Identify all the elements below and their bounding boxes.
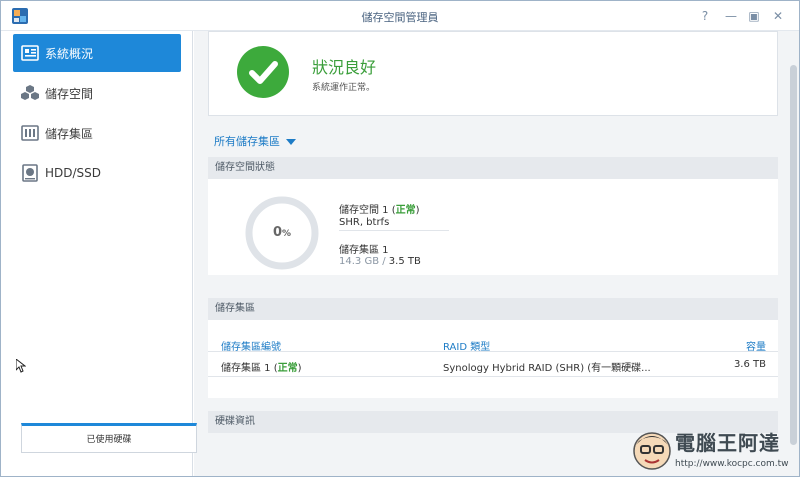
- sidebar-item-overview[interactable]: 系統概況: [13, 34, 181, 72]
- pool-status: 正常: [277, 363, 298, 374]
- title-bar: 儲存空間管理員 ? — ▣ ✕: [1, 1, 799, 31]
- volume-total: 3.5 TB: [388, 256, 421, 267]
- table-row[interactable]: 儲存集區 1 (正常) Synology Hybrid RAID (SHR) (…: [208, 353, 778, 377]
- help-button[interactable]: ?: [695, 6, 715, 26]
- mouse-cursor-icon: [16, 359, 26, 373]
- pool-filter-dropdown[interactable]: 所有儲存集區: [214, 133, 296, 149]
- maximize-button[interactable]: ▣: [744, 6, 764, 26]
- minimize-button[interactable]: —: [721, 6, 741, 26]
- pool-filter-label: 所有儲存集區: [214, 135, 280, 148]
- column-header-capacity[interactable]: 容量: [746, 338, 766, 353]
- volume-status-header: 儲存空間狀態: [208, 157, 778, 179]
- pool-id-cell: 儲存集區 1 (正常): [221, 363, 302, 374]
- volume-status-panel: 儲存空間狀態 0% 儲存空間 1 (正常) SHR, btrfs 儲存集區 1 …: [208, 157, 778, 275]
- volume-name: 儲存空間 1: [339, 205, 389, 216]
- volume-used: 14.3 GB: [339, 256, 380, 267]
- sidebar-item-label: 儲存集區: [45, 126, 94, 141]
- column-header-pool-id[interactable]: 儲存集區編號: [221, 338, 281, 353]
- sidebar-item-hdd-ssd[interactable]: HDD/SSD: [13, 154, 181, 192]
- health-status-title: 狀況良好: [312, 58, 377, 77]
- sidebar-item-label: HDD/SSD: [45, 166, 102, 180]
- used-disks-card[interactable]: 已使用硬碟: [21, 423, 197, 453]
- volume-pool-name: 儲存集區 1: [339, 245, 389, 256]
- site-watermark: 電腦王阿達 http://www.kocpc.com.tw: [631, 423, 797, 475]
- raid-type-cell: Synology Hybrid RAID (SHR) (有一顆硬碟...: [443, 363, 651, 374]
- main-content: 狀況良好 系統運作正常。 所有儲存集區 儲存空間狀態 0% 儲存空間 1 (正常…: [194, 31, 799, 476]
- window-title: 儲存空間管理員: [361, 11, 439, 24]
- storage-manager-window: 儲存空間管理員 ? — ▣ ✕ 系統概況 儲存空間 儲存集區 HDD/SSD 狀…: [0, 0, 800, 477]
- storage-pool-icon: [21, 125, 39, 141]
- mascot-logo: [633, 432, 671, 470]
- storage-cubes-icon: [21, 85, 39, 100]
- status-ok-icon: [237, 46, 289, 98]
- sidebar-item-label: 儲存空間: [45, 86, 94, 101]
- close-button[interactable]: ✕: [768, 6, 788, 26]
- usage-percentage: 0%: [272, 225, 292, 240]
- storage-pool-panel: 儲存集區 儲存集區編號 RAID 類型 容量 儲存集區 1 (正常) Synol…: [208, 298, 778, 398]
- divider: [339, 230, 449, 231]
- storage-pool-header: 儲存集區: [208, 298, 778, 320]
- overview-icon: [21, 45, 39, 61]
- sidebar-item-storage-pool[interactable]: 儲存集區: [13, 114, 181, 152]
- volume-name-line: 儲存空間 1 (正常): [339, 205, 420, 216]
- vertical-scrollbar[interactable]: [790, 65, 797, 445]
- health-status-card: 狀況良好 系統運作正常。: [208, 31, 778, 116]
- volume-status: 正常: [395, 205, 416, 216]
- sidebar: 系統概況 儲存空間 儲存集區 HDD/SSD: [1, 31, 193, 476]
- capacity-cell: 3.6 TB: [733, 359, 766, 370]
- sidebar-item-label: 系統概況: [45, 46, 94, 61]
- watermark-title: 電腦王阿達: [675, 431, 780, 455]
- hdd-icon: [22, 164, 38, 182]
- caret-down-icon: [286, 139, 296, 145]
- health-status-subtitle: 系統運作正常。: [312, 83, 376, 93]
- used-disks-label: 已使用硬碟: [86, 435, 132, 445]
- volume-capacity: 14.3 GB / 3.5 TB: [339, 256, 421, 267]
- sidebar-item-volume[interactable]: 儲存空間: [13, 74, 181, 112]
- column-header-raid-type[interactable]: RAID 類型: [443, 338, 490, 353]
- volume-filesystem: SHR, btrfs: [339, 217, 390, 228]
- watermark-url: http://www.kocpc.com.tw: [675, 459, 789, 469]
- pool-table-header: 儲存集區編號 RAID 類型 容量: [208, 332, 778, 353]
